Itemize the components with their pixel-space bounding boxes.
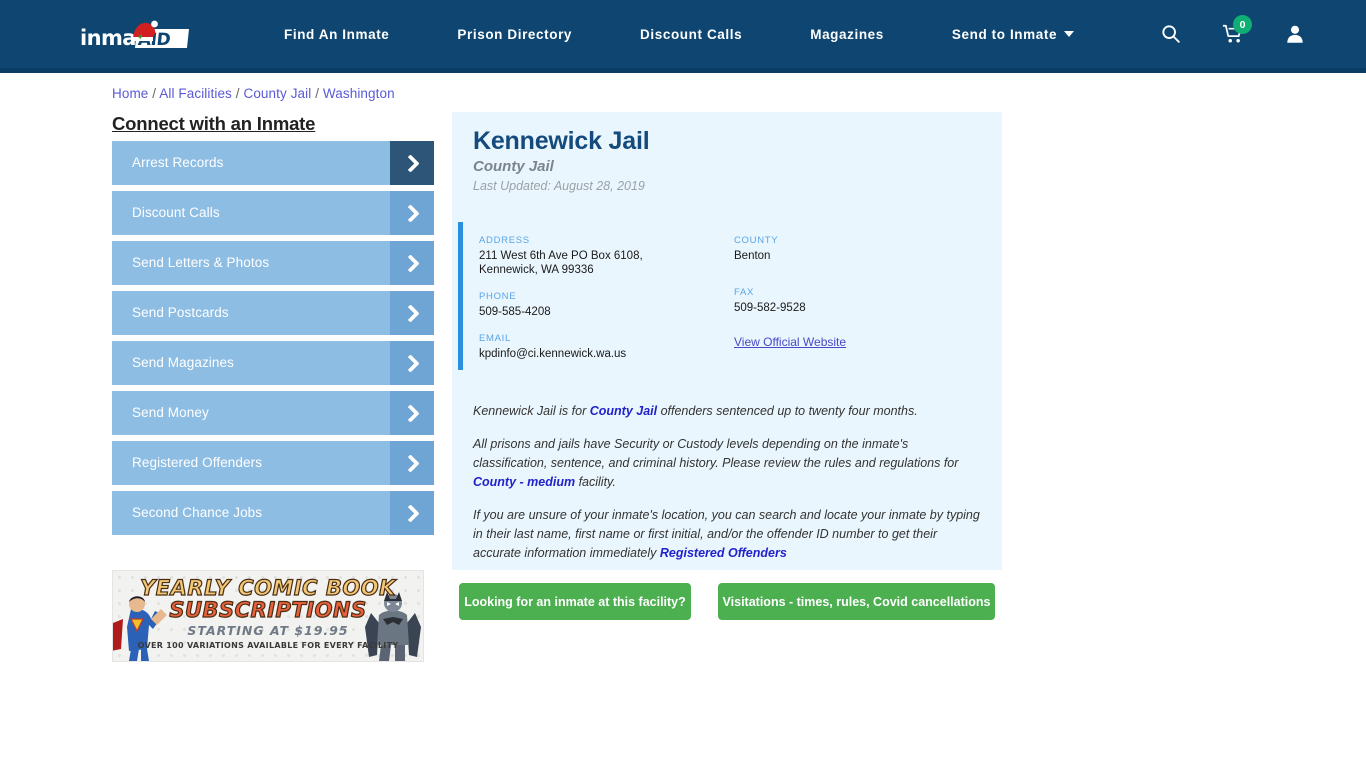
chevron-right-icon <box>390 141 434 185</box>
fax-value: 509-582-9528 <box>734 302 806 314</box>
breadcrumb-separator: / <box>311 86 323 101</box>
visitations-button[interactable]: Visitations - times, rules, Covid cancel… <box>718 583 995 620</box>
website-field: View Official Website <box>734 333 989 351</box>
chevron-right-icon <box>390 191 434 235</box>
sidebar-item-arrest-records[interactable]: Arrest Records <box>112 141 434 185</box>
address-field: ADDRESS 211 West 6th Ave PO Box 6108, Ke… <box>479 235 734 277</box>
account-icon[interactable] <box>1284 21 1306 47</box>
sidebar-item-second-chance-jobs[interactable]: Second Chance Jobs <box>112 491 434 535</box>
registered-offenders-link[interactable]: Registered Offenders <box>660 546 787 560</box>
chevron-right-icon <box>390 241 434 285</box>
nav-item-find-an-inmate[interactable]: Find An Inmate <box>250 27 423 42</box>
nav-item-magazines[interactable]: Magazines <box>776 27 918 42</box>
ad-footnote-line: OVER 100 VARIATIONS AVAILABLE FOR EVERY … <box>137 641 399 650</box>
sidebar-title: Connect with an Inmate <box>112 113 316 134</box>
p1-text-a: Kennewick Jail is for <box>473 404 590 418</box>
fax-label: FAX <box>734 287 755 298</box>
sidebar-item-send-postcards[interactable]: Send Postcards <box>112 291 434 335</box>
address-label: ADDRESS <box>479 235 530 246</box>
fax-field: FAX 509-582-9528 <box>734 287 989 315</box>
sidebar-item-registered-offenders[interactable]: Registered Offenders <box>112 441 434 485</box>
comic-book-ad-banner[interactable]: YEARLY COMIC BOOK SUBSCRIPTIONS STARTING… <box>112 570 424 662</box>
chevron-right-icon <box>390 291 434 335</box>
site-header: inmate AID Find An Inmate Prison Directo… <box>0 0 1366 73</box>
sidebar-item-send-letters-photos[interactable]: Send Letters & Photos <box>112 241 434 285</box>
nav-item-prison-directory[interactable]: Prison Directory <box>423 27 606 42</box>
chevron-right-icon <box>390 491 434 535</box>
nav-item-send-to-inmate[interactable]: Send to Inmate <box>918 27 1108 42</box>
phone-field: PHONE 509-585-4208 <box>479 291 734 319</box>
sidebar-item-label: Second Chance Jobs <box>132 505 263 520</box>
sidebar-menu: Arrest Records Discount Calls Send Lette… <box>112 141 434 541</box>
cart-icon[interactable]: 0 <box>1222 15 1252 47</box>
breadcrumb-item-all-facilities[interactable]: All Facilities <box>159 86 232 101</box>
ad-headline-line1: YEARLY COMIC BOOK <box>139 575 396 600</box>
address-line-1: 211 West 6th Ave PO Box 6108, <box>479 250 643 262</box>
county-field: COUNTY Benton <box>734 235 989 263</box>
address-line-2: Kennewick, WA 99336 <box>479 264 594 276</box>
facility-details: ADDRESS 211 West 6th Ave PO Box 6108, Ke… <box>479 235 989 375</box>
sidebar-item-send-magazines[interactable]: Send Magazines <box>112 341 434 385</box>
county-value: Benton <box>734 250 771 262</box>
info-accent-bar <box>458 222 463 370</box>
description-paragraph-3: If you are unsure of your inmate's locat… <box>473 506 985 563</box>
phone-value: 509-585-4208 <box>479 306 551 318</box>
email-field: EMAIL kpdinfo@ci.kennewick.wa.us <box>479 333 734 361</box>
view-official-website-link[interactable]: View Official Website <box>734 335 846 349</box>
phone-label: PHONE <box>479 291 517 302</box>
facility-info-card: Kennewick Jail County Jail Last Updated:… <box>452 112 1002 570</box>
main-navigation: Find An Inmate Prison Directory Discount… <box>250 0 1108 68</box>
sidebar-item-label: Arrest Records <box>132 155 224 170</box>
page-title: Kennewick Jail <box>473 127 650 155</box>
header-bottom-strip <box>0 68 1366 73</box>
chevron-right-icon <box>390 341 434 385</box>
breadcrumb-item-county-jail[interactable]: County Jail <box>243 86 311 101</box>
p2-text-b: facility. <box>575 475 616 489</box>
ad-price-line: STARTING AT $19.95 <box>187 623 349 638</box>
breadcrumb-separator: / <box>231 86 244 101</box>
sidebar-item-label: Discount Calls <box>132 205 220 220</box>
logo-badge-text: AID <box>136 30 172 50</box>
search-icon[interactable] <box>1160 21 1182 47</box>
county-label: COUNTY <box>734 235 779 246</box>
header-icon-group: 0 <box>1160 0 1306 68</box>
last-updated-text: Last Updated: August 28, 2019 <box>473 179 645 193</box>
ad-headline-line2: SUBSCRIPTIONS <box>169 597 367 622</box>
facility-details-left-column: ADDRESS 211 West 6th Ave PO Box 6108, Ke… <box>479 235 734 375</box>
sidebar-item-label: Send Money <box>132 405 209 420</box>
sidebar-item-label: Send Letters & Photos <box>132 255 270 270</box>
cart-count-badge: 0 <box>1233 15 1252 34</box>
county-medium-link[interactable]: County - medium <box>473 475 575 489</box>
sidebar-item-label: Registered Offenders <box>132 455 263 470</box>
facility-description: Kennewick Jail is for County Jail offend… <box>473 402 985 577</box>
breadcrumb: Home / All Facilities / County Jail / Wa… <box>112 86 395 101</box>
sidebar-item-discount-calls[interactable]: Discount Calls <box>112 191 434 235</box>
facility-details-right-column: COUNTY Benton FAX 509-582-9528 View Offi… <box>734 235 989 375</box>
chevron-right-icon <box>390 391 434 435</box>
chevron-right-icon <box>390 441 434 485</box>
breadcrumb-separator: / <box>148 86 160 101</box>
facility-type: County Jail <box>473 158 554 175</box>
breadcrumb-item-washington[interactable]: Washington <box>323 86 395 101</box>
sidebar-item-send-money[interactable]: Send Money <box>112 391 434 435</box>
looking-for-inmate-button[interactable]: Looking for an inmate at this facility? <box>459 583 691 620</box>
county-jail-link[interactable]: County Jail <box>590 404 657 418</box>
description-paragraph-2: All prisons and jails have Security or C… <box>473 435 985 492</box>
site-logo[interactable]: inmate AID <box>80 20 192 51</box>
sidebar-item-label: Send Magazines <box>132 355 234 370</box>
p2-text-a: All prisons and jails have Security or C… <box>473 437 959 470</box>
description-paragraph-1: Kennewick Jail is for County Jail offend… <box>473 402 985 421</box>
email-value: kpdinfo@ci.kennewick.wa.us <box>479 348 627 360</box>
breadcrumb-item-home[interactable]: Home <box>112 86 148 101</box>
sidebar-item-label: Send Postcards <box>132 305 229 320</box>
p1-text-b: offenders sentenced up to twenty four mo… <box>657 404 918 418</box>
nav-item-discount-calls[interactable]: Discount Calls <box>606 27 776 42</box>
email-label: EMAIL <box>479 333 512 344</box>
